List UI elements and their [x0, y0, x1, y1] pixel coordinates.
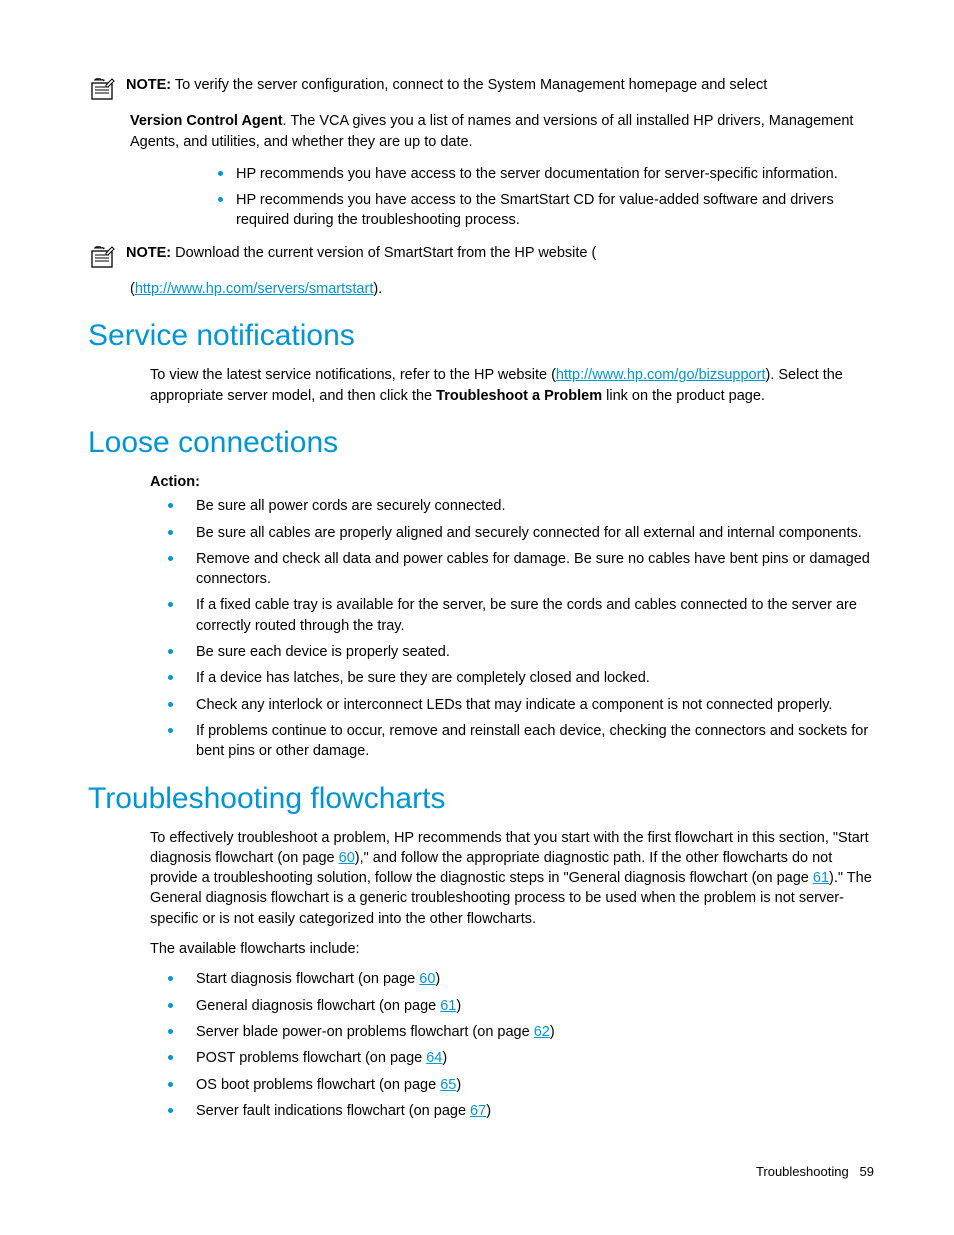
- list-item: HP recommends you have access to the Sma…: [218, 190, 874, 231]
- smartstart-link[interactable]: http://www.hp.com/servers/smartstart: [135, 281, 374, 297]
- note-2-line: Download the current version of SmartSta…: [175, 245, 596, 261]
- list-item: Be sure all power cords are securely con…: [168, 496, 874, 516]
- note-2-text: NOTE: Download the current version of Sm…: [126, 243, 874, 263]
- section1-body: To view the latest service notifications…: [150, 365, 874, 406]
- page-link[interactable]: 61: [440, 998, 456, 1014]
- list-item: If problems continue to occur, remove an…: [168, 721, 874, 762]
- action-label: Action:: [150, 472, 874, 492]
- note-label: NOTE:: [126, 77, 171, 93]
- list-item: OS boot problems flowchart (on page 65): [168, 1075, 874, 1095]
- document-page: NOTE: To verify the server configuration…: [0, 0, 954, 1235]
- note-1-line1: To verify the server configuration, conn…: [175, 77, 767, 93]
- heading-loose-connections: Loose connections: [88, 422, 874, 464]
- page-link[interactable]: 65: [440, 1077, 456, 1093]
- note-icon: [88, 77, 116, 107]
- note-block-1: NOTE: To verify the server configuration…: [88, 75, 874, 107]
- page-footer: Troubleshooting 59: [756, 1163, 874, 1181]
- page-link[interactable]: 62: [534, 1024, 550, 1040]
- note-1-continued: Version Control Agent. The VCA gives you…: [130, 111, 874, 152]
- note-1-text: NOTE: To verify the server configuration…: [126, 75, 874, 95]
- list-item: Be sure all cables are properly aligned …: [168, 523, 874, 543]
- list-item: Server blade power-on problems flowchart…: [168, 1022, 874, 1042]
- list-item: Server fault indications flowchart (on p…: [168, 1101, 874, 1121]
- note-1-bold: Version Control Agent: [130, 113, 283, 129]
- flowcharts-list: Start diagnosis flowchart (on page 60) G…: [88, 969, 874, 1121]
- page-link-61[interactable]: 61: [813, 870, 829, 886]
- section3-p2: The available flowcharts include:: [150, 939, 874, 959]
- heading-troubleshooting-flowcharts: Troubleshooting flowcharts: [88, 778, 874, 820]
- page-link[interactable]: 67: [470, 1103, 486, 1119]
- list-item: General diagnosis flowchart (on page 61): [168, 996, 874, 1016]
- loose-connections-list: Be sure all power cords are securely con…: [88, 496, 874, 761]
- footer-section: Troubleshooting: [756, 1164, 849, 1179]
- list-item: Be sure each device is properly seated.: [168, 642, 874, 662]
- section3-p1: To effectively troubleshoot a problem, H…: [150, 828, 874, 929]
- heading-service-notifications: Service notifications: [88, 315, 874, 357]
- note-2-link-line: (http://www.hp.com/servers/smartstart).: [130, 279, 874, 299]
- page-link[interactable]: 60: [419, 971, 435, 987]
- list-item: If a fixed cable tray is available for t…: [168, 595, 874, 636]
- list-item: Remove and check all data and power cabl…: [168, 549, 874, 590]
- page-link[interactable]: 64: [426, 1050, 442, 1066]
- list-item: POST problems flowchart (on page 64): [168, 1048, 874, 1068]
- list-item: Start diagnosis flowchart (on page 60): [168, 969, 874, 989]
- footer-page-num: 59: [860, 1164, 874, 1179]
- list-item: Check any interlock or interconnect LEDs…: [168, 695, 874, 715]
- bullets-1: HP recommends you have access to the ser…: [88, 164, 874, 231]
- bizsupport-link[interactable]: http://www.hp.com/go/bizsupport: [556, 367, 766, 383]
- page-link-60[interactable]: 60: [339, 850, 355, 866]
- note-block-2: NOTE: Download the current version of Sm…: [88, 243, 874, 275]
- note-label: NOTE:: [126, 245, 171, 261]
- note-icon: [88, 245, 116, 275]
- list-item: HP recommends you have access to the ser…: [218, 164, 874, 184]
- list-item: If a device has latches, be sure they ar…: [168, 668, 874, 688]
